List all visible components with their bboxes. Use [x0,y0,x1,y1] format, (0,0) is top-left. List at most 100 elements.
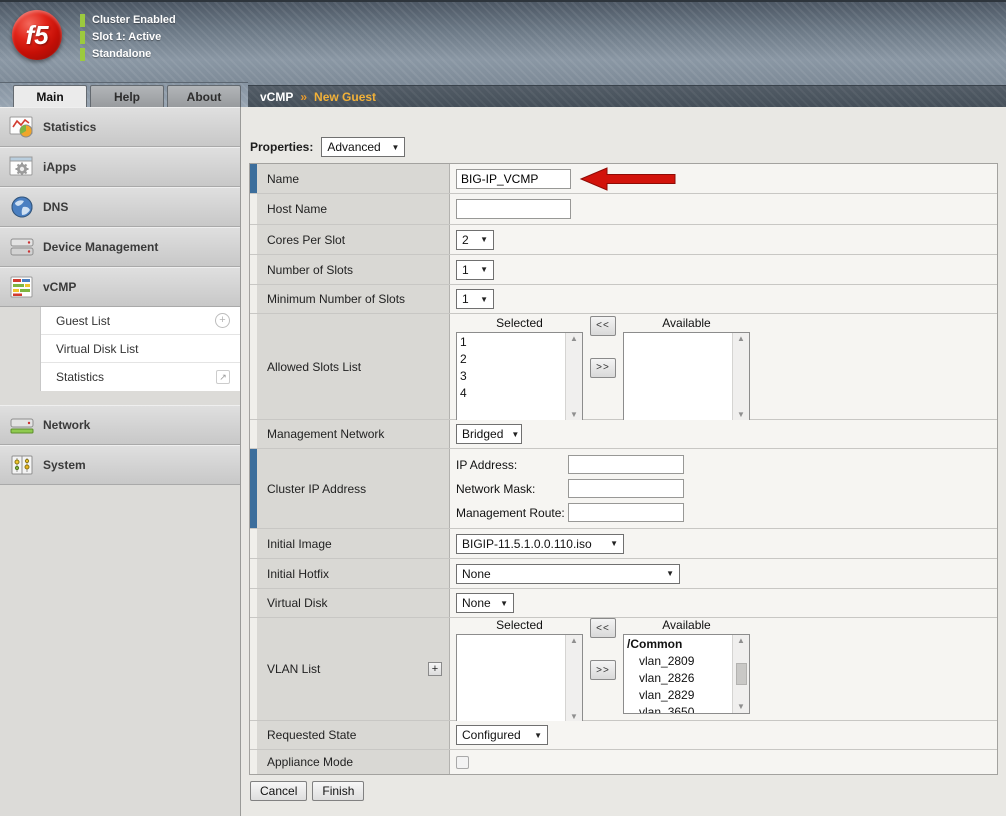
properties-label: Properties: [250,140,313,154]
initial-image-dropdown[interactable]: BIGIP-11.5.1.0.0.110.iso▼ [456,534,624,554]
form-row-vlan-list: VLAN List + Selected ▲▼ << >> [250,618,997,721]
optional-indicator [250,721,257,749]
vlan-expander-button[interactable]: + [428,662,442,676]
virtual-disk-dropdown[interactable]: None▼ [456,593,514,613]
network-icon [8,411,36,439]
available-header: Available [662,316,710,330]
requested-state-dropdown[interactable]: Configured▼ [456,725,548,745]
chevron-down-icon: ▼ [610,539,618,548]
optional-indicator [250,194,257,224]
list-item[interactable]: vlan_2829 [624,687,732,704]
list-item[interactable]: vlan_2809 [624,653,732,670]
dns-icon [8,193,36,221]
scroll-up-icon[interactable]: ▲ [737,637,745,645]
form-row-cores-per-slot: Cores Per Slot 2▼ [250,225,997,255]
number-of-slots-dropdown[interactable]: 1▼ [456,260,494,280]
optional-indicator [250,589,257,617]
breadcrumb: vCMP » New Guest [248,85,1006,107]
scrollbar[interactable]: ▲▼ [565,333,582,421]
status-green-bar-icon [80,48,85,61]
device-management-icon [8,233,36,261]
network-mask-label: Network Mask: [456,482,568,496]
vcmp-icon [8,273,36,301]
tab-help[interactable]: Help [90,85,164,107]
optional-indicator [250,618,257,720]
allowed-slots-selected-listbox[interactable]: 1 2 3 4 ▲▼ [456,332,583,422]
sidebar: Statistics iApps DNS Device Management v… [0,107,241,816]
sidebar-item-vcmp[interactable]: vCMP [0,267,240,307]
scroll-down-icon[interactable]: ▼ [737,703,745,711]
top-banner: f5 Cluster Enabled Slot 1: Active Standa… [0,0,1006,85]
initial-hotfix-dropdown[interactable]: None▼ [456,564,680,584]
scrollbar[interactable]: ▲▼ [732,635,749,713]
chevron-down-icon: ▼ [391,143,399,152]
move-to-selected-button[interactable]: << [590,618,616,638]
chevron-down-icon: ▼ [500,599,508,608]
submenu-item-virtual-disk-list[interactable]: Virtual Disk List [41,335,240,363]
move-to-selected-button[interactable]: << [590,316,616,336]
scroll-up-icon[interactable]: ▲ [737,335,745,343]
scroll-up-icon[interactable]: ▲ [570,637,578,645]
management-network-dropdown[interactable]: Bridged▼ [456,424,522,444]
submenu-item-statistics[interactable]: Statistics ↗ [41,363,240,391]
list-item[interactable]: vlan_2826 [624,670,732,687]
list-item[interactable]: 4 [457,385,565,402]
name-input[interactable] [456,169,571,189]
main-content: Properties: Advanced▼ Name Host Name Cor… [242,107,1006,816]
management-route-input[interactable] [568,503,684,522]
list-item[interactable]: 3 [457,368,565,385]
status-line: Slot 1: Active [80,30,176,44]
scroll-down-icon[interactable]: ▼ [570,411,578,419]
required-indicator [250,449,257,528]
move-to-available-button[interactable]: >> [590,660,616,680]
list-item[interactable]: 2 [457,351,565,368]
sidebar-item-statistics[interactable]: Statistics [0,107,240,147]
scrollbar[interactable]: ▲▼ [565,635,582,723]
appliance-mode-checkbox[interactable] [456,756,469,769]
move-to-available-button[interactable]: >> [590,358,616,378]
list-item[interactable]: 1 [457,334,565,351]
scrollbar-thumb[interactable] [736,663,747,685]
form-row-allowed-slots-list: Allowed Slots List Selected 1 2 3 4 ▲▼ [250,314,997,420]
sidebar-item-iapps[interactable]: iApps [0,147,240,187]
scrollbar[interactable]: ▲▼ [732,333,749,421]
form-row-initial-image: Initial Image BIGIP-11.5.1.0.0.110.iso▼ [250,529,997,559]
ip-address-input[interactable] [568,455,684,474]
form-row-host-name: Host Name [250,194,997,225]
tab-strip: Main Help About [0,82,248,107]
tab-about[interactable]: About [167,85,241,107]
list-item[interactable]: vlan_3650 [624,704,732,713]
chevron-down-icon: ▼ [480,265,488,274]
form-row-name: Name [250,164,997,194]
vlan-selected-listbox[interactable]: ▲▼ [456,634,583,724]
external-link-icon: ↗ [216,370,230,384]
cancel-button[interactable]: Cancel [250,781,307,801]
sidebar-item-system[interactable]: System [0,445,240,485]
minimum-number-of-slots-dropdown[interactable]: 1▼ [456,289,494,309]
f5-logo[interactable]: f5 [12,10,62,60]
optional-indicator [250,225,257,254]
network-mask-input[interactable] [568,479,684,498]
properties-dropdown[interactable]: Advanced▼ [321,137,405,157]
scroll-down-icon[interactable]: ▼ [570,713,578,721]
allowed-slots-available-listbox[interactable]: ▲▼ [623,332,750,422]
sidebar-item-device-management[interactable]: Device Management [0,227,240,267]
optional-indicator [250,420,257,448]
sidebar-item-dns[interactable]: DNS [0,187,240,227]
vlan-available-listbox[interactable]: /Common vlan_2809 vlan_2826 vlan_2829 vl… [623,634,750,714]
finish-button[interactable]: Finish [312,781,364,801]
cores-per-slot-dropdown[interactable]: 2▼ [456,230,494,250]
breadcrumb-section[interactable]: vCMP [260,90,293,104]
sidebar-item-network[interactable]: Network [0,405,240,445]
scroll-down-icon[interactable]: ▼ [737,411,745,419]
optional-indicator [250,314,257,419]
iapps-icon [8,153,36,181]
subheader: Main Help About vCMP » New Guest [0,85,1006,107]
submenu-item-guest-list[interactable]: Guest List + [41,307,240,335]
tab-main[interactable]: Main [13,85,87,107]
add-circle-icon[interactable]: + [215,313,230,328]
host-name-input[interactable] [456,199,571,219]
scroll-up-icon[interactable]: ▲ [570,335,578,343]
chevron-down-icon: ▼ [511,430,519,439]
available-header: Available [662,618,710,632]
